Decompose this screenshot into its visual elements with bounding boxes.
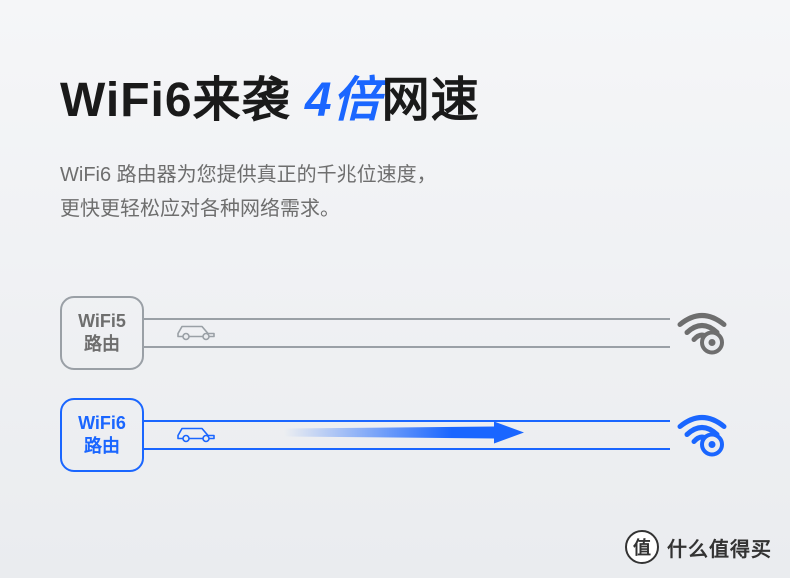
badge-wifi6: WiFi6 路由 — [60, 398, 144, 472]
track-wifi5 — [144, 318, 670, 348]
title-prefix: WiFi6来袭 — [60, 74, 305, 127]
title-accent: 4倍 — [305, 74, 382, 127]
wifi-target-icon — [674, 409, 730, 462]
subtitle: WiFi6 路由器为您提供真正的千兆位速度， 更快更轻松应对各种网络需求。 — [60, 158, 730, 226]
watermark-text: 什么值得买 — [667, 533, 772, 562]
main-title: WiFi6来袭 4倍网速 — [60, 60, 730, 130]
watermark: 值 什么值得买 — [625, 530, 772, 564]
badge-wifi5: WiFi5 路由 — [60, 296, 144, 370]
speed-arrow-icon — [284, 422, 524, 449]
car-icon — [174, 423, 218, 448]
watermark-icon: 值 — [625, 530, 659, 564]
row-wifi5: WiFi5 路由 — [60, 296, 730, 370]
subtitle-line2: 更快更轻松应对各种网络需求。 — [60, 198, 340, 220]
wifi6-sub: 路由 — [84, 435, 120, 458]
wifi6-name: WiFi6 — [78, 412, 126, 435]
speed-diagram: WiFi5 路由 — [60, 296, 730, 472]
row-wifi6: WiFi6 路由 — [60, 398, 730, 472]
title-suffix: 网速 — [382, 74, 480, 127]
wifi5-sub: 路由 — [84, 333, 120, 356]
wifi-target-icon — [674, 307, 730, 360]
wifi5-name: WiFi5 — [78, 310, 126, 333]
subtitle-line1: WiFi6 路由器为您提供真正的千兆位速度， — [60, 164, 437, 186]
car-icon — [174, 321, 218, 346]
track-wifi6 — [144, 420, 670, 450]
